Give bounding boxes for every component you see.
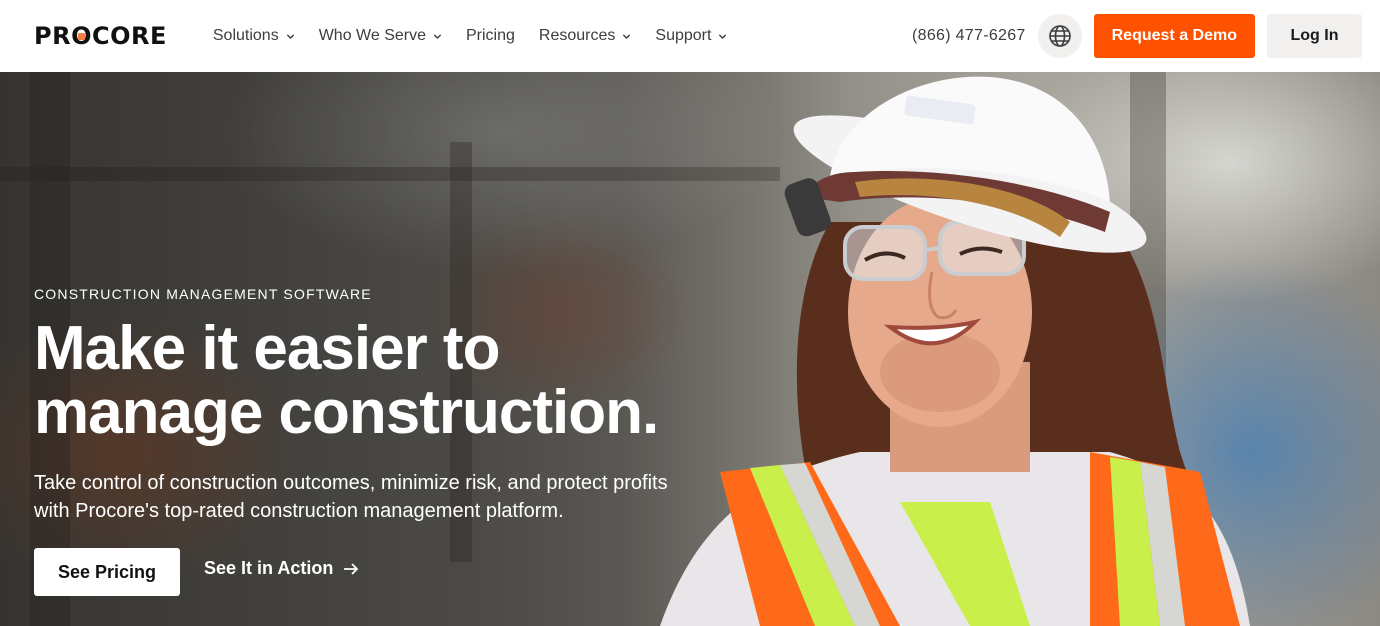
chevron-down-icon xyxy=(286,33,294,39)
procore-logo[interactable]: PR O CORE xyxy=(34,21,167,51)
chevron-down-icon xyxy=(719,33,727,39)
hero-eyebrow: CONSTRUCTION MANAGEMENT SOFTWARE xyxy=(34,286,372,302)
nav-support[interactable]: Support xyxy=(655,16,727,56)
hero-worker-photo xyxy=(660,76,1250,626)
language-button[interactable] xyxy=(1037,14,1082,58)
site-header: PR O CORE Solutions Who We Serve Pricing R… xyxy=(0,0,1380,72)
nav-pricing[interactable]: Pricing xyxy=(466,16,515,56)
see-it-in-action-link[interactable]: See It in Action xyxy=(204,558,359,579)
nav-resources[interactable]: Resources xyxy=(539,16,631,56)
hero-subtext: Take control of construction outcomes, m… xyxy=(34,472,668,522)
hero-section: CONSTRUCTION MANAGEMENT SOFTWARE Make it… xyxy=(0,72,1380,626)
nav-who-we-serve[interactable]: Who We Serve xyxy=(319,16,442,56)
globe-icon xyxy=(1048,25,1071,47)
chevron-down-icon xyxy=(433,33,442,39)
hero-headline: Make it easier to manage construction. xyxy=(34,314,659,447)
see-pricing-button[interactable]: See Pricing xyxy=(34,548,180,596)
request-demo-button[interactable]: Request a Demo xyxy=(1093,14,1255,58)
see-it-in-action-label: See It in Action xyxy=(204,558,334,578)
nav-solutions[interactable]: Solutions xyxy=(213,16,295,56)
header-actions: (866) 477-6267 Request a Demo Log In xyxy=(912,14,1362,58)
chevron-down-icon xyxy=(623,33,631,39)
arrow-right-icon xyxy=(344,562,359,575)
phone-link[interactable]: (866) 477-6267 xyxy=(912,27,1026,45)
login-button[interactable]: Log In xyxy=(1267,14,1362,58)
main-nav: Solutions Who We Serve Pricing Resources… xyxy=(213,16,728,56)
